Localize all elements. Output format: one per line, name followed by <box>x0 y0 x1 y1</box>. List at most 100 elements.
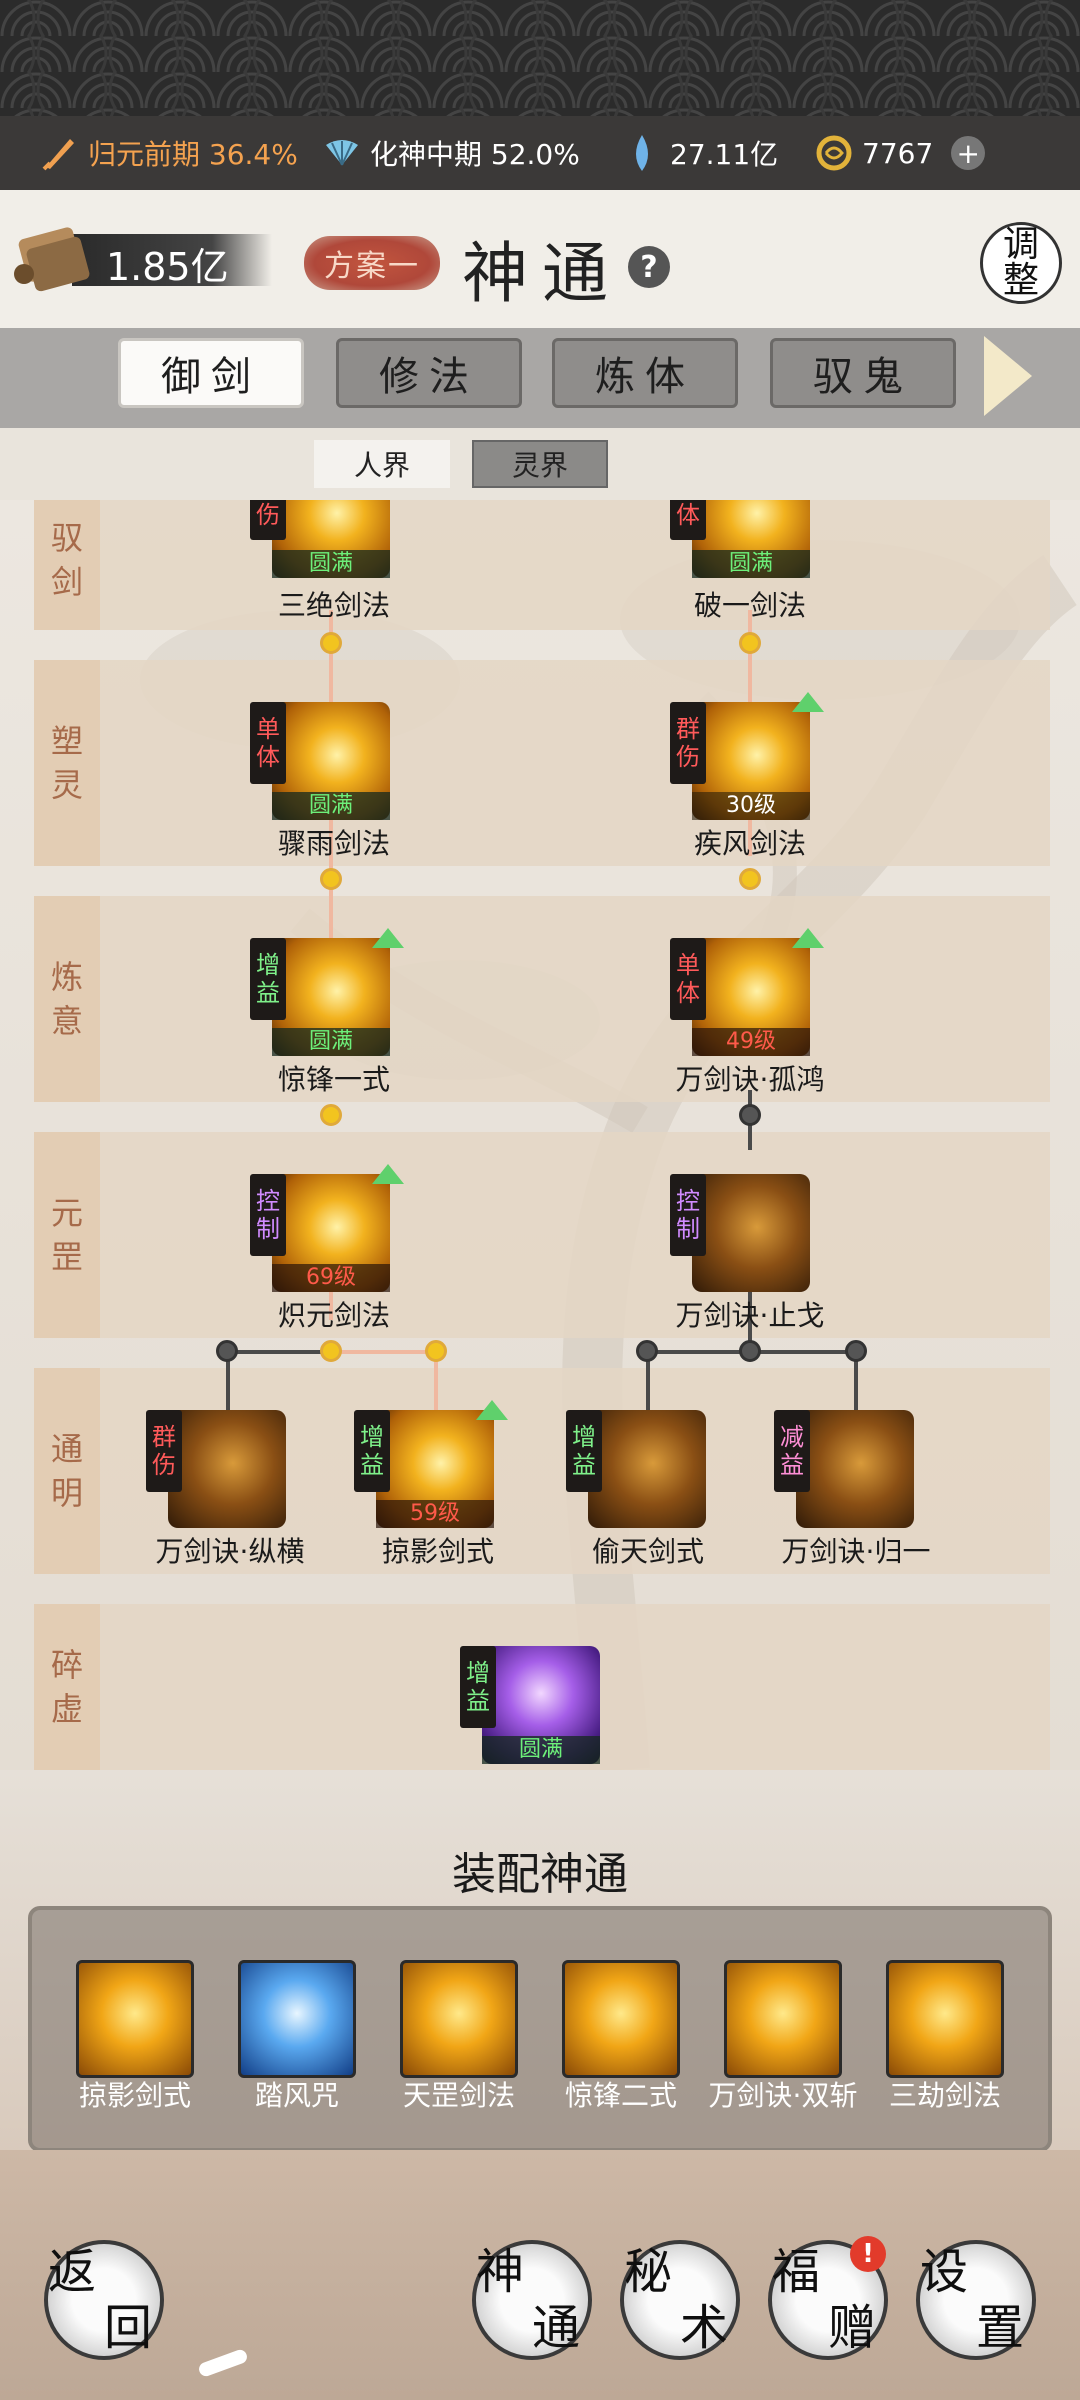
realm-tab-human[interactable]: 人界 <box>314 440 450 488</box>
add-currency-button[interactable]: + <box>951 136 986 170</box>
skill-node-chiyuan[interactable]: 69级 控制 <box>250 1164 404 1292</box>
skill-node-sanjue[interactable]: 圆满 伤 <box>250 500 390 578</box>
plan-button[interactable]: 方案一 <box>304 236 440 290</box>
nav-settings-button[interactable]: 设 置 <box>916 2240 1036 2360</box>
skill-type-tag: 增益 <box>354 1410 390 1492</box>
tab-xiufa[interactable]: 修法 <box>336 338 522 408</box>
tab-yujian[interactable]: 御剑 <box>118 338 304 408</box>
adjust-button[interactable]: 调 整 <box>980 222 1062 304</box>
skill-type-tag: 单体 <box>670 938 706 1020</box>
equipped-label-5: 万剑诀·双斩 <box>708 2079 858 2112</box>
equipped-slot-2[interactable] <box>238 1960 356 2078</box>
tag-char: 单 <box>256 715 280 743</box>
coin-icon <box>814 133 854 173</box>
skill-type-tag: 群伤 <box>146 1410 182 1492</box>
tag-char: 群 <box>676 715 700 743</box>
skill-node-zhouyu[interactable]: 圆满 单体 <box>250 702 390 820</box>
skill-name: 惊锋一式 <box>277 1063 390 1096</box>
equipped-label-2: 踏风咒 <box>254 2079 339 2112</box>
skill-status: 圆满 <box>482 1736 600 1764</box>
help-icon[interactable]: ? <box>628 246 670 288</box>
settings-char-1: 设 <box>920 2244 969 2300</box>
skill-node-jifeng[interactable]: 30级 群伤 <box>670 692 824 820</box>
equipped-slot-6[interactable] <box>886 1960 1004 2078</box>
skill-name: 万剑诀·止戈 <box>675 1299 825 1332</box>
skill-type-tag: 体 <box>670 500 706 540</box>
currency[interactable]: 7767 + <box>814 116 986 190</box>
skill-name: 万剑诀·孤鸿 <box>675 1063 825 1096</box>
tag-char: 体 <box>676 979 700 1007</box>
skill-type-tag: 伤 <box>250 500 286 540</box>
tag-char: 伤 <box>256 501 280 529</box>
tag-char: 伤 <box>152 1451 176 1479</box>
spirit-stones[interactable]: 27.11亿 <box>622 116 778 190</box>
upgrade-arrow-icon <box>792 928 824 948</box>
wave-pattern <box>0 0 1080 116</box>
tag-char: 增 <box>360 1423 384 1451</box>
nav-skills-button[interactable]: 神 通 <box>472 2240 592 2360</box>
tier-label-3-char2: 意 <box>50 1002 83 1040</box>
tag-char: 体 <box>256 743 280 771</box>
skill-art <box>168 1410 286 1528</box>
equipped-label-1: 掠影剑式 <box>78 2079 191 2112</box>
tier-label-5-char2: 明 <box>50 1474 83 1512</box>
tag-char: 制 <box>676 1215 700 1243</box>
node-dot-locked <box>739 1104 761 1126</box>
equipped-slot-3[interactable] <box>400 1960 518 2078</box>
settings-char-2: 置 <box>976 2300 1025 2356</box>
node-dot <box>739 868 761 890</box>
tag-char: 控 <box>676 1187 700 1215</box>
equipped-slot-1[interactable] <box>76 1960 194 2078</box>
page-title: 神通 <box>462 235 622 312</box>
node-dot-locked <box>636 1340 658 1362</box>
node-dot-locked <box>216 1340 238 1362</box>
next-tabs-arrow-icon[interactable] <box>984 336 1032 416</box>
spirit-realm[interactable]: 化神中期 52.0% <box>322 116 580 190</box>
tier-row-1 <box>34 500 1050 630</box>
crystal-icon <box>622 133 662 173</box>
tag-char: 增 <box>256 951 280 979</box>
skill-node-toutian[interactable]: 增益 <box>566 1410 706 1528</box>
equipped-slot-4[interactable] <box>562 1960 680 2078</box>
spirit-realm-text: 化神中期 52.0% <box>370 138 580 171</box>
tag-char: 益 <box>780 1451 804 1479</box>
skill-node-suixu[interactable]: 圆满 增益 <box>460 1646 600 1764</box>
node-dot-locked <box>845 1340 867 1362</box>
tag-char: 益 <box>256 979 280 1007</box>
skill-name: 偷天剑式 <box>591 1535 704 1568</box>
skill-status: 69级 <box>272 1264 390 1292</box>
skill-name: 三绝剑法 <box>277 589 390 622</box>
back-button[interactable]: 返 回 <box>44 2240 164 2360</box>
tier-label-2-char1: 塑 <box>50 722 83 760</box>
skill-node-zhige[interactable]: 控制 <box>670 1174 810 1292</box>
skill-node-zongheng[interactable]: 群伤 <box>146 1410 286 1528</box>
skill-name: 掠影剑式 <box>381 1535 494 1568</box>
skill-node-guiyi[interactable]: 减益 <box>774 1410 914 1528</box>
tab-lianti[interactable]: 炼体 <box>552 338 738 408</box>
connector-branch-orange <box>332 1350 436 1354</box>
tier-label-1: 驭 剑 <box>34 500 100 630</box>
tab-yugui[interactable]: 驭鬼 <box>770 338 956 408</box>
tag-char: 益 <box>466 1687 490 1715</box>
cultivation-realm[interactable]: 归元前期 36.4% <box>40 116 298 190</box>
upgrade-arrow-icon <box>792 692 824 712</box>
skill-node-guhong[interactable]: 49级 单体 <box>670 928 824 1056</box>
skill-node-jingfeng[interactable]: 圆满 增益 <box>250 928 404 1056</box>
skill-status: 49级 <box>692 1028 810 1056</box>
skill-type-tag: 控制 <box>670 1174 706 1256</box>
tag-char: 制 <box>256 1215 280 1243</box>
equipped-slot-5[interactable] <box>724 1960 842 2078</box>
skill-status: 圆满 <box>692 550 810 578</box>
skill-type-tag: 群伤 <box>670 702 706 784</box>
equipped-label-4: 惊锋二式 <box>564 2079 677 2112</box>
skill-tree[interactable]: 驭 剑 塑 灵 炼 意 元 罡 通 明 碎 虚 圆满 伤 三绝剑法 圆满 体 破… <box>0 500 1080 1770</box>
resource-bar: 归元前期 36.4% 化神中期 52.0% 27.11亿 7767 + <box>0 116 1080 190</box>
tag-char: 减 <box>780 1423 804 1451</box>
skill-node-lueying[interactable]: 59级 增益 <box>354 1400 508 1528</box>
spirit-stones-text: 27.11亿 <box>670 138 779 171</box>
skill-status: 圆满 <box>272 550 390 578</box>
realm-tab-spirit[interactable]: 灵界 <box>472 440 608 488</box>
skill-node-poyi[interactable]: 圆满 体 <box>670 500 810 578</box>
skills-char-2: 通 <box>532 2300 581 2356</box>
nav-secret-button[interactable]: 秘 术 <box>620 2240 740 2360</box>
